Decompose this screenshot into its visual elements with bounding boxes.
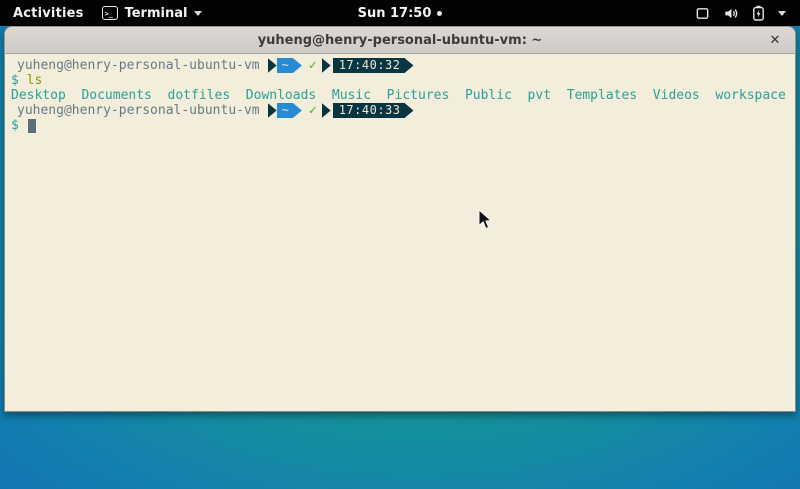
prompt-time: 17:40:32 [333,58,405,73]
terminal-icon: >_ [102,6,118,20]
battery-charging-icon [752,5,765,21]
typed-command: ls [27,73,43,88]
app-menu-label: Terminal [125,6,188,21]
notification-dot-icon [437,11,442,16]
caret-down-icon [778,11,786,16]
screen-share-icon [695,6,710,21]
powerline-arrow-icon [405,58,414,73]
prompt-char: $ [9,73,19,88]
powerline-dir-segment: ~ [268,58,302,73]
ls-output-line: Desktop Documents dotfiles Downloads Mus… [9,88,795,103]
powerline-separator-icon [322,58,331,73]
input-line[interactable]: $ [9,118,795,133]
powerline-time-segment: 17:40:32 [322,58,414,73]
powerline-arrow-icon [293,58,302,73]
gnome-top-bar: Activities >_ Terminal Sun 17:50 [0,0,800,26]
terminal-cursor [28,119,36,133]
command-line: $ ls [9,73,795,88]
desktop-background: Activities >_ Terminal Sun 17:50 [0,0,800,489]
powerline-time-segment: 17:40:33 [322,103,414,118]
prompt-dir: ~ [277,58,293,73]
window-title: yuheng@henry-personal-ubuntu-vm: ~ [258,33,543,48]
clock-label: Sun 17:50 [358,6,432,21]
window-titlebar[interactable]: yuheng@henry-personal-ubuntu-vm: ~ ✕ [4,26,796,54]
close-button[interactable]: ✕ [766,31,784,49]
app-menu-terminal[interactable]: >_ Terminal [102,6,203,21]
prompt-time: 17:40:33 [333,103,405,118]
clock-button[interactable]: Sun 17:50 [358,6,443,21]
prompt-line-1: yuheng@henry-personal-ubuntu-vm ~ ✓ 17:4… [9,58,795,73]
terminal-content[interactable]: yuheng@henry-personal-ubuntu-vm ~ ✓ 17:4… [4,54,796,412]
volume-icon [723,6,739,21]
prompt-line-2: yuheng@henry-personal-ubuntu-vm ~ ✓ 17:4… [9,103,795,118]
powerline-separator-icon [322,103,331,118]
status-check-icon: ✓ [309,103,317,118]
terminal-window: yuheng@henry-personal-ubuntu-vm: ~ ✕ yuh… [4,26,796,412]
activities-button[interactable]: Activities [13,6,84,21]
prompt-user: yuheng@henry-personal-ubuntu-vm [9,103,260,118]
powerline-dir-segment: ~ [268,103,302,118]
prompt-char: $ [9,118,19,133]
powerline-arrow-icon [293,103,302,118]
powerline-arrow-icon [405,103,414,118]
ls-output: Desktop Documents dotfiles Downloads Mus… [9,88,786,103]
powerline-separator-icon [268,58,277,73]
powerline-separator-icon [268,103,277,118]
system-status-area[interactable] [695,5,800,21]
prompt-dir: ~ [277,103,293,118]
chevron-down-icon [194,11,202,16]
prompt-user: yuheng@henry-personal-ubuntu-vm [9,58,260,73]
status-check-icon: ✓ [309,58,317,73]
